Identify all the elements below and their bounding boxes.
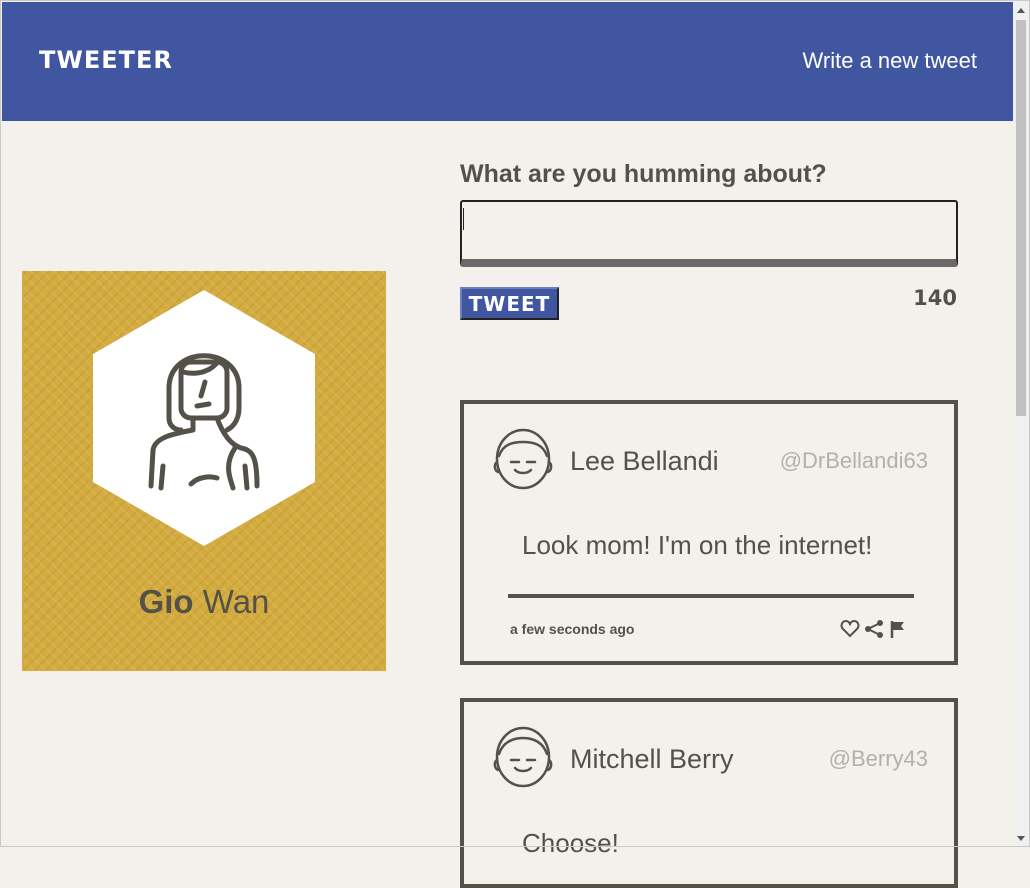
top-nav: TWEETER Write a new tweet: [2, 2, 1013, 121]
profile-first-name: Gio: [138, 583, 194, 620]
character-counter: 140: [913, 286, 957, 310]
tweet-author-handle: @Berry43: [828, 746, 928, 771]
profile-name: Gio Wan: [22, 583, 386, 621]
tweet-text-input[interactable]: [460, 200, 958, 267]
tweet-divider: [508, 594, 914, 598]
tweet-author-name: Mitchell Berry: [570, 744, 734, 774]
profile-last-name: Wan: [202, 583, 270, 620]
vertical-scrollbar[interactable]: [1013, 0, 1029, 847]
tweet-text: Look mom! I'm on the internet!: [522, 530, 873, 560]
text-caret: [463, 208, 464, 230]
share-icon[interactable]: [864, 619, 884, 639]
tweet-actions: [840, 619, 908, 639]
profile-card: Gio Wan: [22, 271, 386, 671]
profile-avatar: [93, 290, 315, 546]
compose-heading: What are you humming about?: [460, 160, 827, 188]
tweet-timestamp: a few seconds ago: [510, 621, 635, 637]
tweet-text: Choose!: [522, 828, 619, 858]
tweet-submit-button[interactable]: TWEET: [460, 287, 559, 320]
tweet-card: Lee Bellandi @DrBellandi63 Look mom! I'm…: [460, 400, 958, 665]
scroll-down-arrow-icon[interactable]: [1017, 836, 1025, 841]
scrollbar-thumb[interactable]: [1016, 20, 1026, 416]
tweet-card: Mitchell Berry @Berry43 Choose!: [460, 698, 958, 888]
tweet-author-name: Lee Bellandi: [570, 446, 719, 476]
brand-logo[interactable]: TWEETER: [39, 46, 173, 74]
user-avatar-icon: [493, 428, 553, 490]
scroll-up-arrow-icon[interactable]: [1017, 8, 1025, 13]
write-new-tweet-link[interactable]: Write a new tweet: [803, 48, 977, 74]
tweet-author-handle: @DrBellandi63: [779, 448, 928, 473]
user-avatar-icon: [493, 726, 553, 788]
flag-icon[interactable]: [888, 619, 908, 639]
heart-icon[interactable]: [840, 619, 860, 639]
